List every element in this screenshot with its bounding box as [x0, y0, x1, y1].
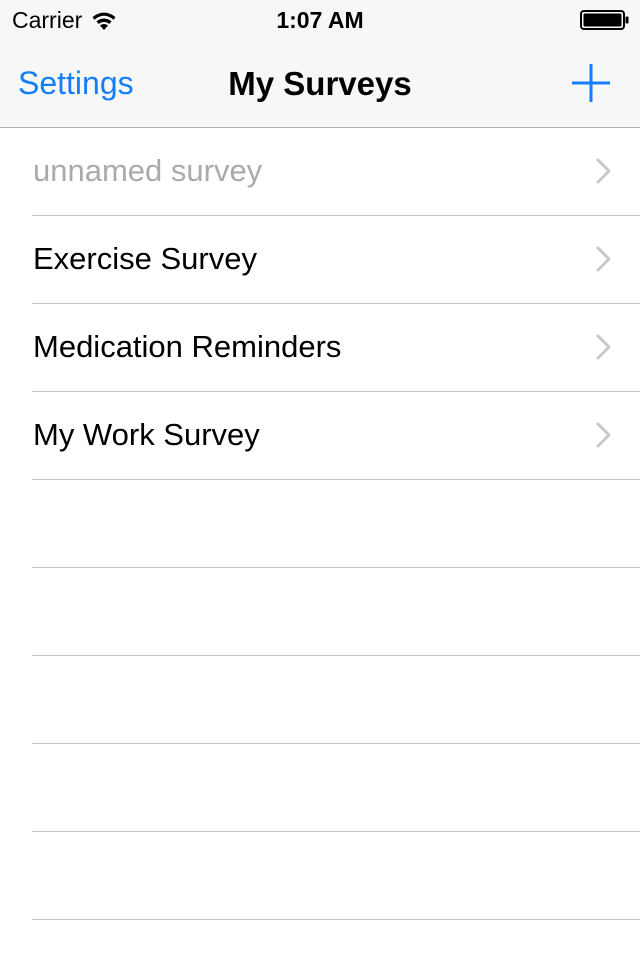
survey-row-label: Medication Reminders [33, 329, 342, 364]
empty-row-separator [32, 744, 640, 832]
chevron-right-icon [596, 158, 611, 184]
survey-row[interactable]: My Work Survey [32, 392, 640, 480]
survey-row[interactable]: unnamed survey [32, 128, 640, 216]
survey-list: unnamed survey Exercise Survey Medicatio… [0, 128, 640, 920]
empty-row-separator [32, 568, 640, 656]
status-bar: Carrier 1:07 AM [0, 0, 640, 40]
empty-row-separator [32, 656, 640, 744]
status-time: 1:07 AM [276, 7, 364, 33]
screen: Carrier 1:07 AM Settings My Surveys unna… [0, 0, 640, 960]
survey-row-label: unnamed survey [33, 153, 263, 188]
survey-row-label: Exercise Survey [33, 241, 257, 276]
chevron-right-icon [596, 246, 611, 272]
survey-row-label: My Work Survey [33, 417, 260, 452]
top-bar: Carrier 1:07 AM Settings My Surveys [0, 0, 640, 128]
chevron-right-icon [596, 422, 611, 448]
plus-icon [572, 64, 610, 102]
battery-icon [580, 10, 629, 30]
survey-row[interactable]: Exercise Survey [32, 216, 640, 304]
empty-row-separator [32, 480, 640, 568]
survey-row[interactable]: Medication Reminders [32, 304, 640, 392]
add-survey-button[interactable] [570, 62, 612, 104]
chevron-right-icon [596, 334, 611, 360]
empty-row-separator [32, 832, 640, 920]
navigation-bar: Settings My Surveys [0, 40, 640, 128]
page-title: My Surveys [228, 65, 412, 102]
